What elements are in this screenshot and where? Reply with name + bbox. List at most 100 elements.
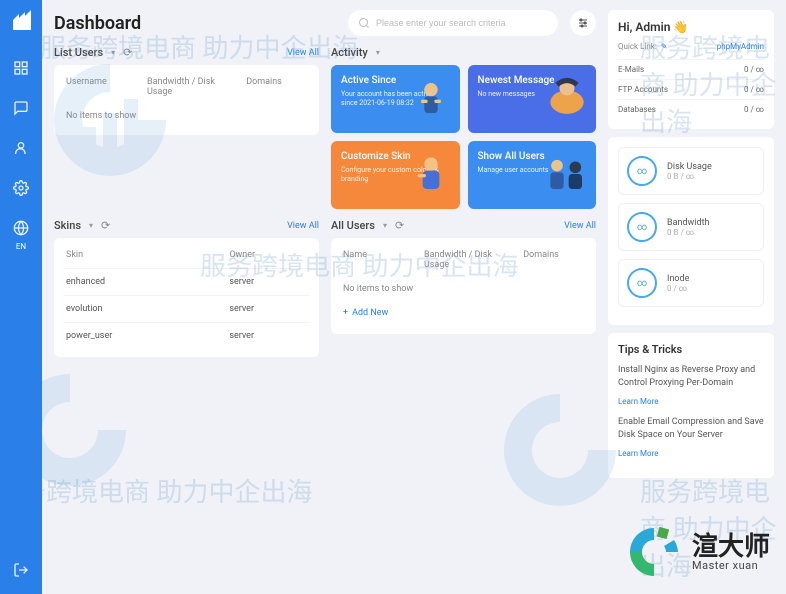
stat-label: Databases — [618, 105, 656, 114]
cell-skin: evolution — [66, 304, 221, 314]
main-content: Dashboard List Users ▾ ⟳ — [42, 0, 786, 594]
add-new-label: Add New — [352, 308, 388, 318]
tips-title: Tips & Tricks — [618, 343, 764, 356]
tile-newest-message[interactable]: Newest Message No new messages — [468, 65, 597, 133]
metric-label: Bandwidth — [667, 218, 709, 228]
stat-label: FTP Accounts — [618, 85, 668, 94]
tips-panel: Tips & Tricks Install Nginx as Reverse P… — [608, 333, 774, 478]
tip-text: Install Nginx as Reverse Proxy and Contr… — [618, 364, 764, 389]
tile-show-all-users[interactable]: Show All Users Manage user accounts — [468, 141, 597, 209]
metric-value: 0 B / ∞ — [667, 228, 709, 237]
quick-link-label: Quick Link: — [618, 42, 657, 51]
greeting-panel: Hi, Admin 👋 Quick Link: ✎ phpMyAdmin E-M… — [608, 10, 774, 129]
empty-state: No items to show — [64, 105, 309, 127]
illustration-icon — [542, 149, 592, 199]
search-box — [348, 10, 558, 36]
sidebar-lang-label: EN — [16, 242, 26, 251]
quick-link-value[interactable]: phpMyAdmin — [717, 42, 764, 51]
brand-name-cn: 渲大师 — [692, 534, 770, 560]
search-input[interactable] — [376, 18, 548, 28]
list-users-header: List Users ▾ ⟳ View All — [54, 46, 319, 59]
filter-button[interactable] — [570, 10, 596, 36]
table-header: Skin Owner — [64, 246, 309, 268]
brand-logo-icon — [624, 522, 684, 582]
metric-bandwidth: ∞ Bandwidth 0 B / ∞ — [618, 203, 764, 251]
sidebar-item-settings[interactable] — [9, 176, 33, 200]
activity-header: Activity ▾ — [331, 46, 596, 59]
skins-header: Skins ▾ ⟳ View All — [54, 219, 319, 232]
cell-owner: server — [229, 304, 307, 314]
metric-value: 0 / ∞ — [667, 284, 689, 293]
infinity-icon: ∞ — [627, 212, 657, 242]
refresh-icon[interactable]: ⟳ — [101, 219, 110, 232]
col-owner: Owner — [229, 250, 307, 260]
metric-disk-usage: ∞ Disk Usage 0 B / ∞ — [618, 147, 764, 195]
chevron-down-icon[interactable]: ▾ — [383, 221, 387, 230]
metric-inode: ∞ Inode 0 / ∞ — [618, 259, 764, 307]
refresh-icon[interactable]: ⟳ — [123, 46, 132, 59]
table-row[interactable]: enhanced server — [64, 268, 309, 295]
view-all-link[interactable]: View All — [564, 221, 596, 231]
panel-title: List Users — [54, 46, 103, 59]
add-new-button[interactable]: + Add New — [341, 300, 586, 326]
illustration-icon — [406, 149, 456, 199]
right-sidebar: Hi, Admin 👋 Quick Link: ✎ phpMyAdmin E-M… — [608, 10, 774, 584]
col-name: Name — [343, 250, 416, 270]
skins-card: Skin Owner enhanced server evolution ser… — [54, 238, 319, 357]
refresh-icon[interactable]: ⟳ — [395, 219, 404, 232]
stat-label: E-Mails — [618, 65, 644, 74]
tile-customize-skin[interactable]: Customize Skin Configure your custom col… — [331, 141, 460, 209]
table-row[interactable]: power_user server — [64, 322, 309, 349]
list-users-card: Username Bandwidth / Disk Usage Domains … — [54, 65, 319, 135]
stat-row: FTP Accounts 0 / ∞ — [618, 79, 764, 99]
view-all-link[interactable]: View All — [287, 221, 319, 231]
infinity-icon: ∞ — [627, 268, 657, 298]
view-all-link[interactable]: View All — [287, 48, 319, 58]
page-title: Dashboard — [54, 13, 141, 34]
stat-value: 0 / ∞ — [744, 65, 764, 74]
brand-overlay: 渲大师 Master xuan — [624, 522, 770, 582]
sidebar-item-language[interactable] — [9, 216, 33, 240]
col-username: Username — [66, 77, 139, 97]
quick-link-row: Quick Link: ✎ phpMyAdmin — [618, 42, 764, 51]
header: Dashboard — [54, 10, 596, 36]
empty-state: No items to show — [341, 278, 586, 300]
col-bandwidth: Bandwidth / Disk Usage — [147, 77, 238, 97]
sidebar-item-dashboard[interactable] — [9, 56, 33, 80]
learn-more-link[interactable]: Learn More — [618, 449, 658, 458]
stat-row: Databases 0 / ∞ — [618, 99, 764, 119]
table-header: Name Bandwidth / Disk Usage Domains — [341, 246, 586, 278]
tip-text: Enable Email Compression and Save Disk S… — [618, 416, 764, 441]
col-bandwidth: Bandwidth / Disk Usage — [424, 250, 515, 270]
greeting-text: Hi, Admin 👋 — [618, 20, 764, 34]
sliders-icon — [577, 17, 589, 29]
metrics-panel: ∞ Disk Usage 0 B / ∞ ∞ Bandwidth 0 B / ∞… — [608, 137, 774, 325]
plus-icon: + — [343, 308, 348, 318]
illustration-icon — [406, 73, 456, 123]
tile-active-since[interactable]: Active Since Your account has been activ… — [331, 65, 460, 133]
metric-value: 0 B / ∞ — [667, 172, 712, 181]
col-skin: Skin — [66, 250, 221, 260]
activity-grid: Active Since Your account has been activ… — [331, 65, 596, 209]
stat-row: E-Mails 0 / ∞ — [618, 59, 764, 79]
chevron-down-icon[interactable]: ▾ — [111, 48, 115, 57]
all-users-card: Name Bandwidth / Disk Usage Domains No i… — [331, 238, 596, 334]
chevron-down-icon[interactable]: ▾ — [376, 48, 380, 57]
sidebar-item-users[interactable] — [9, 136, 33, 160]
search-icon — [358, 17, 370, 29]
cell-skin: power_user — [66, 331, 221, 341]
pencil-icon[interactable]: ✎ — [661, 42, 668, 51]
chevron-down-icon[interactable]: ▾ — [89, 221, 93, 230]
brand-name-en: Master xuan — [692, 560, 770, 571]
learn-more-link[interactable]: Learn More — [618, 397, 658, 406]
stat-value: 0 / ∞ — [744, 85, 764, 94]
sidebar: EN — [0, 0, 42, 594]
table-header: Username Bandwidth / Disk Usage Domains — [64, 73, 309, 105]
table-row[interactable]: evolution server — [64, 295, 309, 322]
sidebar-item-messages[interactable] — [9, 96, 33, 120]
metric-label: Disk Usage — [667, 162, 712, 172]
col-domains: Domains — [246, 77, 307, 97]
sidebar-item-logout[interactable] — [9, 558, 33, 582]
metric-label: Inode — [667, 274, 689, 284]
stat-value: 0 / ∞ — [744, 105, 764, 114]
